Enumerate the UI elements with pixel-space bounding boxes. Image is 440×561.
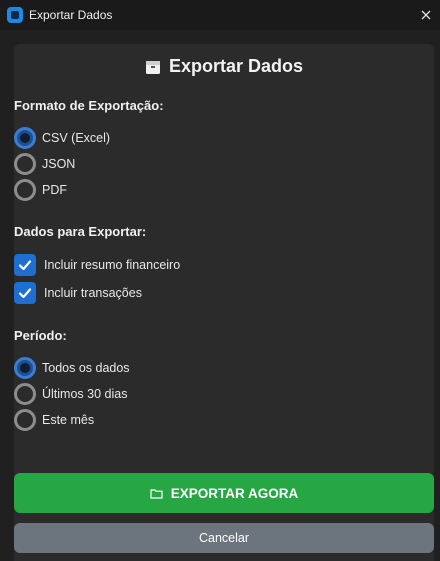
radio-selected-icon xyxy=(14,357,36,379)
period-option-label: Este mês xyxy=(42,413,95,427)
dialog-heading: Exportar Dados xyxy=(14,56,434,77)
radio-unselected-icon xyxy=(14,383,36,405)
format-option-pdf[interactable]: PDF xyxy=(14,179,67,201)
cancel-label: Cancelar xyxy=(198,531,250,545)
data-section-label: Dados para Exportar: xyxy=(14,224,147,239)
period-option-30-days[interactable]: Últimos 30 dias xyxy=(14,383,127,405)
dialog-heading-text: Exportar Dados xyxy=(168,56,304,76)
format-option-label: CSV (Excel) xyxy=(42,131,111,145)
export-now-label: EXPORTAR AGORA xyxy=(170,485,299,501)
title-bar: Exportar Dados xyxy=(0,0,440,30)
checkbox-label: Incluir resumo financeiro xyxy=(44,258,181,272)
period-section-label: Período: xyxy=(14,328,67,343)
export-now-button[interactable]: EXPORTAR AGORA xyxy=(14,473,434,513)
format-option-label: JSON xyxy=(42,157,76,171)
format-section-label: Formato de Exportação: xyxy=(14,98,164,113)
folder-icon xyxy=(150,488,163,499)
radio-unselected-icon xyxy=(14,179,36,201)
app-icon xyxy=(7,7,23,23)
include-transactions-checkbox[interactable]: Incluir transações xyxy=(14,282,142,304)
window-title: Exportar Dados xyxy=(29,8,113,22)
radio-selected-icon xyxy=(14,127,36,149)
format-option-json[interactable]: JSON xyxy=(14,153,75,175)
period-option-this-month[interactable]: Este mês xyxy=(14,409,94,431)
export-dialog-window: Exportar Dados Exportar Dados Formato de… xyxy=(0,0,440,561)
cancel-button[interactable]: Cancelar xyxy=(14,523,434,553)
include-summary-checkbox[interactable]: Incluir resumo financeiro xyxy=(14,254,180,276)
radio-unselected-icon xyxy=(14,153,36,175)
radio-unselected-icon xyxy=(14,409,36,431)
checkmark-icon xyxy=(14,282,36,304)
export-panel: Exportar Dados Formato de Exportação: CS… xyxy=(14,44,434,561)
close-button[interactable] xyxy=(412,0,440,30)
box-icon xyxy=(145,60,160,74)
period-option-label: Últimos 30 dias xyxy=(42,387,128,401)
format-option-csv[interactable]: CSV (Excel) xyxy=(14,127,110,149)
checkmark-icon xyxy=(14,254,36,276)
close-icon xyxy=(421,10,431,20)
period-option-all[interactable]: Todos os dados xyxy=(14,357,130,379)
checkbox-label: Incluir transações xyxy=(44,286,142,300)
format-option-label: PDF xyxy=(42,183,67,197)
period-option-label: Todos os dados xyxy=(42,361,130,375)
